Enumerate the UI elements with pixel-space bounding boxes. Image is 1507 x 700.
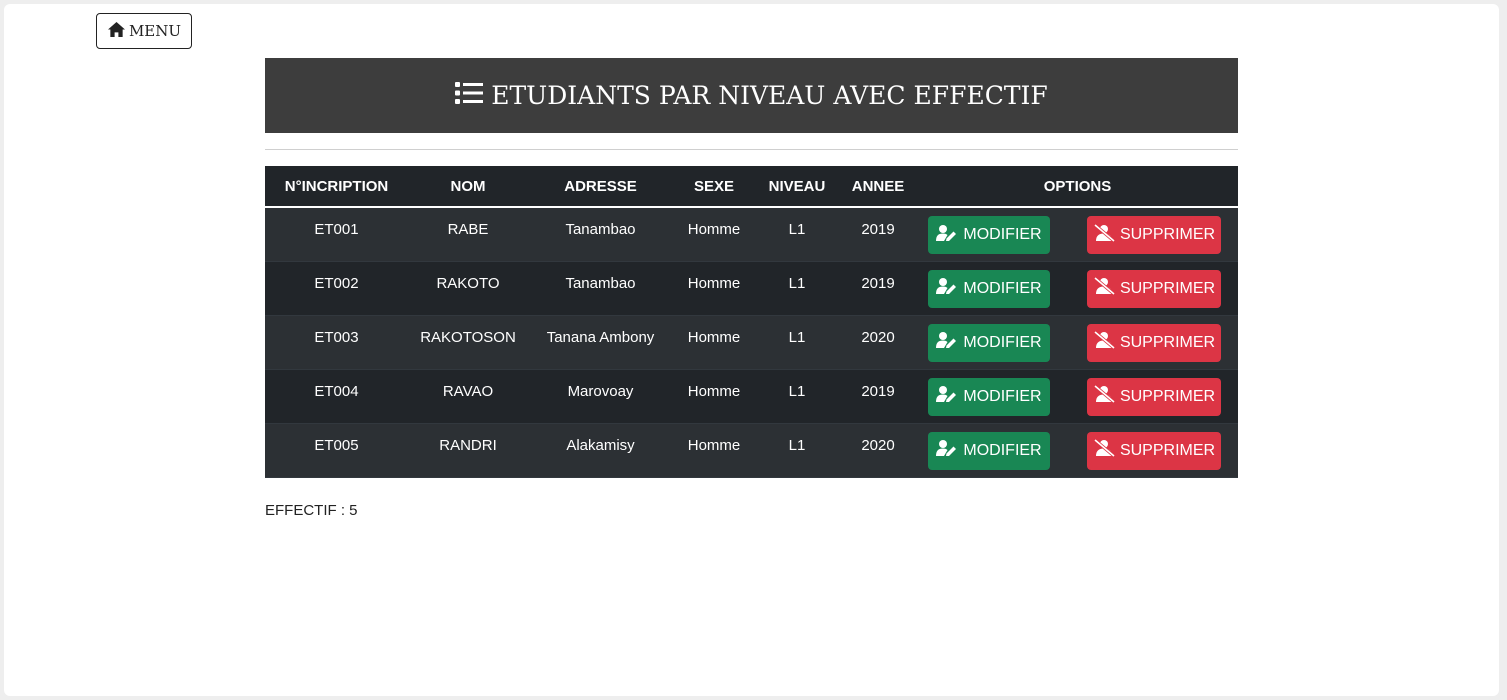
menu-button-label: MENU <box>128 22 182 40</box>
cell-niveau: L1 <box>755 369 839 424</box>
table-row: ET004 RAVAO Marovoay Homme L1 2019 MODIF… <box>265 369 1238 424</box>
cell-options: MODIFIER SUPPRIMER <box>917 423 1238 478</box>
modifier-button-label: MODIFIER <box>963 226 1042 243</box>
cell-nom: RANDRI <box>408 423 528 478</box>
modifier-button[interactable]: MODIFIER <box>928 216 1050 254</box>
cell-nom: RAKOTOSON <box>408 315 528 370</box>
modifier-button[interactable]: MODIFIER <box>928 323 1050 362</box>
table-row: ET003 RAKOTOSON Tanana Ambony Homme L1 2… <box>265 315 1238 370</box>
supprimer-button-label: SUPPRIMER <box>1119 441 1216 459</box>
supprimer-button[interactable]: SUPPRIMER <box>1087 216 1221 254</box>
list-icon <box>455 81 484 111</box>
page-title: ETUDIANTS PAR NIVEAU AVEC EFFECTIF <box>491 81 1048 110</box>
cell-annee: 2020 <box>839 315 917 370</box>
cell-sexe: Homme <box>673 261 755 316</box>
modifier-button-label: MODIFIER <box>963 333 1042 351</box>
user-edit-icon <box>936 224 958 247</box>
cell-sexe: Homme <box>673 315 755 370</box>
supprimer-button[interactable]: SUPPRIMER <box>1087 377 1221 416</box>
cell-options: MODIFIER SUPPRIMER <box>917 207 1238 262</box>
menu-button[interactable]: MENU <box>96 13 192 49</box>
user-edit-icon <box>936 385 958 408</box>
column-header-niveau: NIVEAU <box>755 166 839 208</box>
page-title-bar: ETUDIANTS PAR NIVEAU AVEC EFFECTIF <box>265 58 1238 133</box>
cell-adresse: Marovoay <box>528 369 673 424</box>
cell-options: MODIFIER SUPPRIMER <box>917 261 1238 316</box>
supprimer-button-label: SUPPRIMER <box>1119 279 1216 297</box>
column-header-nom: NOM <box>408 166 528 208</box>
cell-num: ET002 <box>265 261 408 316</box>
home-icon <box>107 21 126 42</box>
cell-options: MODIFIER SUPPRIMER <box>917 369 1238 424</box>
column-header-adresse: ADRESSE <box>528 166 673 208</box>
modifier-button[interactable]: MODIFIER <box>928 431 1050 470</box>
cell-annee: 2019 <box>839 369 917 424</box>
cell-num: ET005 <box>265 423 408 478</box>
supprimer-button[interactable]: SUPPRIMER <box>1087 269 1221 308</box>
supprimer-button-label: SUPPRIMER <box>1119 387 1216 405</box>
modifier-button[interactable]: MODIFIER <box>928 269 1050 308</box>
modifier-button[interactable]: MODIFIER <box>928 377 1050 416</box>
cell-num: ET003 <box>265 315 408 370</box>
supprimer-button[interactable]: SUPPRIMER <box>1087 323 1221 362</box>
cell-sexe: Homme <box>673 369 755 424</box>
cell-niveau: L1 <box>755 423 839 478</box>
cell-num: ET001 <box>265 207 408 262</box>
cell-annee: 2020 <box>839 423 917 478</box>
cell-adresse: Tanambao <box>528 261 673 316</box>
column-header-options: OPTIONS <box>917 166 1238 208</box>
column-header-annee: ANNEE <box>839 166 917 208</box>
cell-niveau: L1 <box>755 261 839 316</box>
table-row: ET001 RABE Tanambao Homme L1 2019 MODIFI… <box>265 207 1238 262</box>
effectif-count: EFFECTIF : 5 <box>265 502 358 519</box>
supprimer-button-label: SUPPRIMER <box>1119 226 1216 243</box>
cell-adresse: Alakamisy <box>528 423 673 478</box>
user-remove-icon <box>1093 384 1115 408</box>
cell-niveau: L1 <box>755 315 839 370</box>
modifier-button-label: MODIFIER <box>963 387 1042 405</box>
cell-adresse: Tanambao <box>528 207 673 262</box>
cell-nom: RABE <box>408 207 528 262</box>
user-remove-icon <box>1093 223 1115 247</box>
cell-niveau: L1 <box>755 207 839 262</box>
user-remove-icon <box>1093 330 1115 354</box>
modifier-button-label: MODIFIER <box>963 279 1042 297</box>
user-remove-icon <box>1093 438 1115 462</box>
cell-nom: RAVAO <box>408 369 528 424</box>
table-body: ET001 RABE Tanambao Homme L1 2019 MODIFI… <box>265 207 1238 478</box>
cell-num: ET004 <box>265 369 408 424</box>
user-edit-icon <box>936 439 958 462</box>
supprimer-button[interactable]: SUPPRIMER <box>1087 431 1221 470</box>
table-row: ET005 RANDRI Alakamisy Homme L1 2020 MOD… <box>265 423 1238 478</box>
divider <box>265 149 1238 150</box>
user-edit-icon <box>936 331 958 354</box>
modifier-button-label: MODIFIER <box>963 441 1042 459</box>
table-header-row: N°INCRIPTION NOM ADRESSE SEXE NIVEAU ANN… <box>265 166 1238 208</box>
cell-sexe: Homme <box>673 423 755 478</box>
column-header-num: N°INCRIPTION <box>265 166 408 208</box>
students-table: N°INCRIPTION NOM ADRESSE SEXE NIVEAU ANN… <box>265 166 1238 478</box>
cell-options: MODIFIER SUPPRIMER <box>917 315 1238 370</box>
supprimer-button-label: SUPPRIMER <box>1119 333 1216 351</box>
table-row: ET002 RAKOTO Tanambao Homme L1 2019 MODI… <box>265 261 1238 316</box>
page-container: MENU ETUDIANTS PAR NIVEAU AVEC EFFECTIF … <box>4 4 1499 696</box>
cell-sexe: Homme <box>673 207 755 262</box>
cell-nom: RAKOTO <box>408 261 528 316</box>
column-header-sexe: SEXE <box>673 166 755 208</box>
user-edit-icon <box>936 277 958 300</box>
cell-annee: 2019 <box>839 207 917 262</box>
user-remove-icon <box>1093 276 1115 300</box>
cell-adresse: Tanana Ambony <box>528 315 673 370</box>
cell-annee: 2019 <box>839 261 917 316</box>
